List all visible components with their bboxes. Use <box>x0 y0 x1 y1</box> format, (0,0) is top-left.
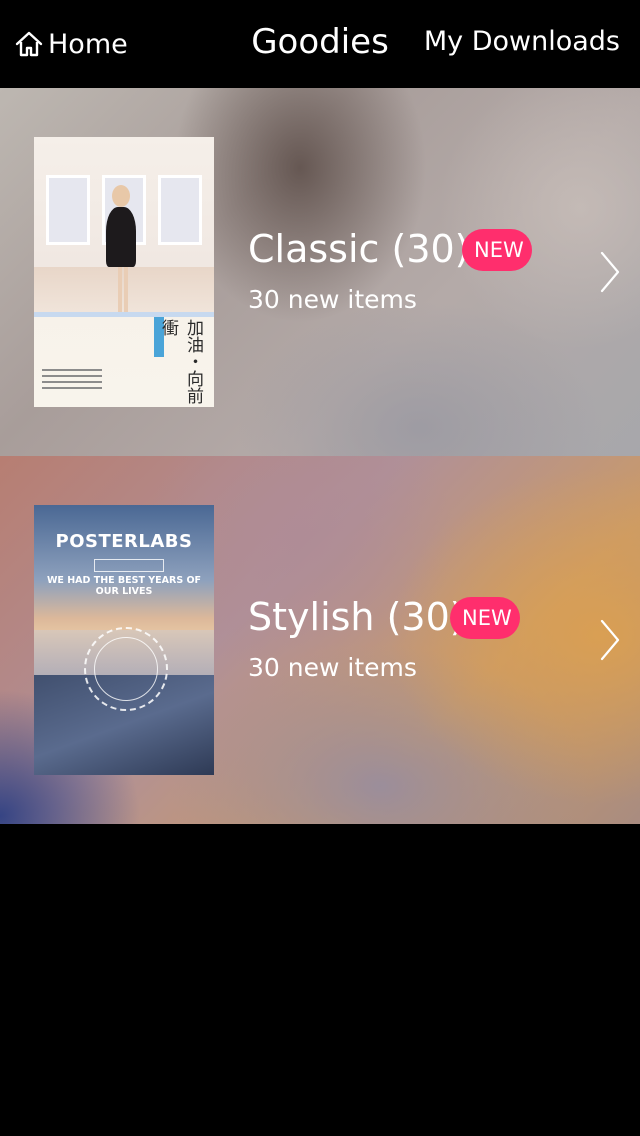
category-title: Classic (30) <box>248 227 470 271</box>
home-label: Home <box>48 28 128 60</box>
thumbnail-headline: WE HAD THE BEST YEARS OF OUR LIVES <box>46 575 202 597</box>
chevron-right-icon <box>600 619 620 661</box>
category-subtitle: 30 new items <box>248 653 417 682</box>
chevron-right-icon <box>600 251 620 293</box>
new-badge: NEW <box>462 229 532 271</box>
navigation-bar: Home Goodies My Downloads <box>0 0 640 88</box>
classic-thumbnail: 加油・向前衝 <box>34 137 214 407</box>
thumbnail-brand: POSTERLABS <box>55 531 193 552</box>
home-button[interactable]: Home <box>14 26 128 62</box>
category-row-classic[interactable]: 加油・向前衝 Classic (30) NEW 30 new items <box>0 88 640 456</box>
category-row-stylish[interactable]: POSTERLABS WE HAD THE BEST YEARS OF OUR … <box>0 456 640 824</box>
thumbnail-title-text: 加油・向前衝 <box>158 319 203 404</box>
stylish-thumbnail: POSTERLABS WE HAD THE BEST YEARS OF OUR … <box>34 505 214 775</box>
home-icon <box>15 31 43 57</box>
category-subtitle: 30 new items <box>248 285 417 314</box>
my-downloads-button[interactable]: My Downloads <box>424 26 620 57</box>
category-title: Stylish (30) <box>248 595 465 639</box>
new-badge: NEW <box>450 597 520 639</box>
